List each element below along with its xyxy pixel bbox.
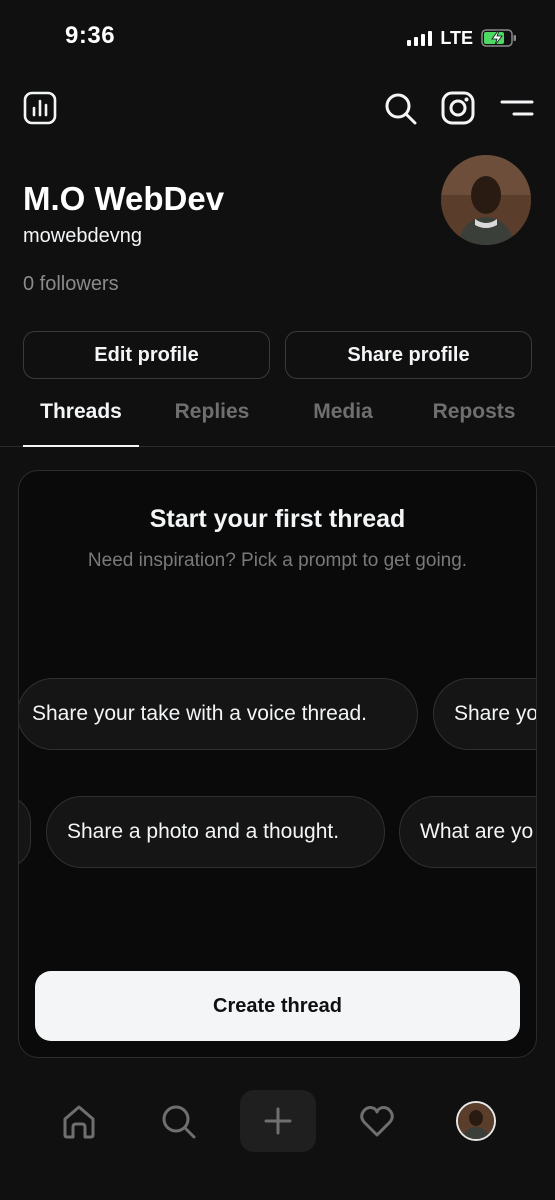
card-subtitle: Need inspiration? Pick a prompt to get g… <box>87 550 468 571</box>
profile-avatar[interactable] <box>441 155 531 245</box>
profile-name: M.O WebDev <box>23 180 225 217</box>
prompt-chip[interactable]: Share a photo and a thought. <box>46 796 385 868</box>
status-time: 9:36 <box>65 22 116 49</box>
prompt-chips-area: Share your take with a voice thread. Sha… <box>19 640 536 940</box>
card-title: Start your first thread <box>149 505 406 533</box>
prompt-chip[interactable]: Share yo <box>433 678 536 750</box>
tab-reposts[interactable]: Reposts <box>416 400 532 444</box>
network-label: LTE <box>440 27 473 48</box>
tab-replies[interactable]: Replies <box>154 400 270 444</box>
tab-threads[interactable]: Threads <box>23 400 139 444</box>
battery-charging-icon <box>481 29 516 47</box>
new-thread-button[interactable] <box>240 1090 316 1152</box>
prompt-chip[interactable]: Share your take with a voice thread. <box>19 678 418 750</box>
search-icon[interactable] <box>382 90 418 126</box>
prompt-chip[interactable]: What are yo <box>399 796 536 868</box>
status-indicators: LTE <box>407 26 517 50</box>
prompt-chip[interactable] <box>19 796 31 868</box>
profile-handle: mowebdevng <box>23 225 142 247</box>
instagram-icon[interactable] <box>440 90 476 126</box>
heart-icon[interactable] <box>347 1091 407 1151</box>
signal-icon <box>407 30 433 46</box>
menu-icon[interactable] <box>499 90 535 126</box>
edit-profile-button[interactable]: Edit profile <box>23 331 270 379</box>
search-icon[interactable] <box>148 1091 208 1151</box>
insights-icon[interactable] <box>22 90 58 126</box>
create-thread-button[interactable]: Create thread <box>35 971 520 1041</box>
active-tab-indicator <box>23 445 139 447</box>
share-profile-button[interactable]: Share profile <box>285 331 532 379</box>
profile-tab-avatar[interactable] <box>456 1101 496 1141</box>
tab-media[interactable]: Media <box>285 400 401 444</box>
plus-icon <box>264 1107 292 1135</box>
followers-count[interactable]: 0 followers <box>23 273 119 296</box>
home-icon[interactable] <box>49 1091 109 1151</box>
